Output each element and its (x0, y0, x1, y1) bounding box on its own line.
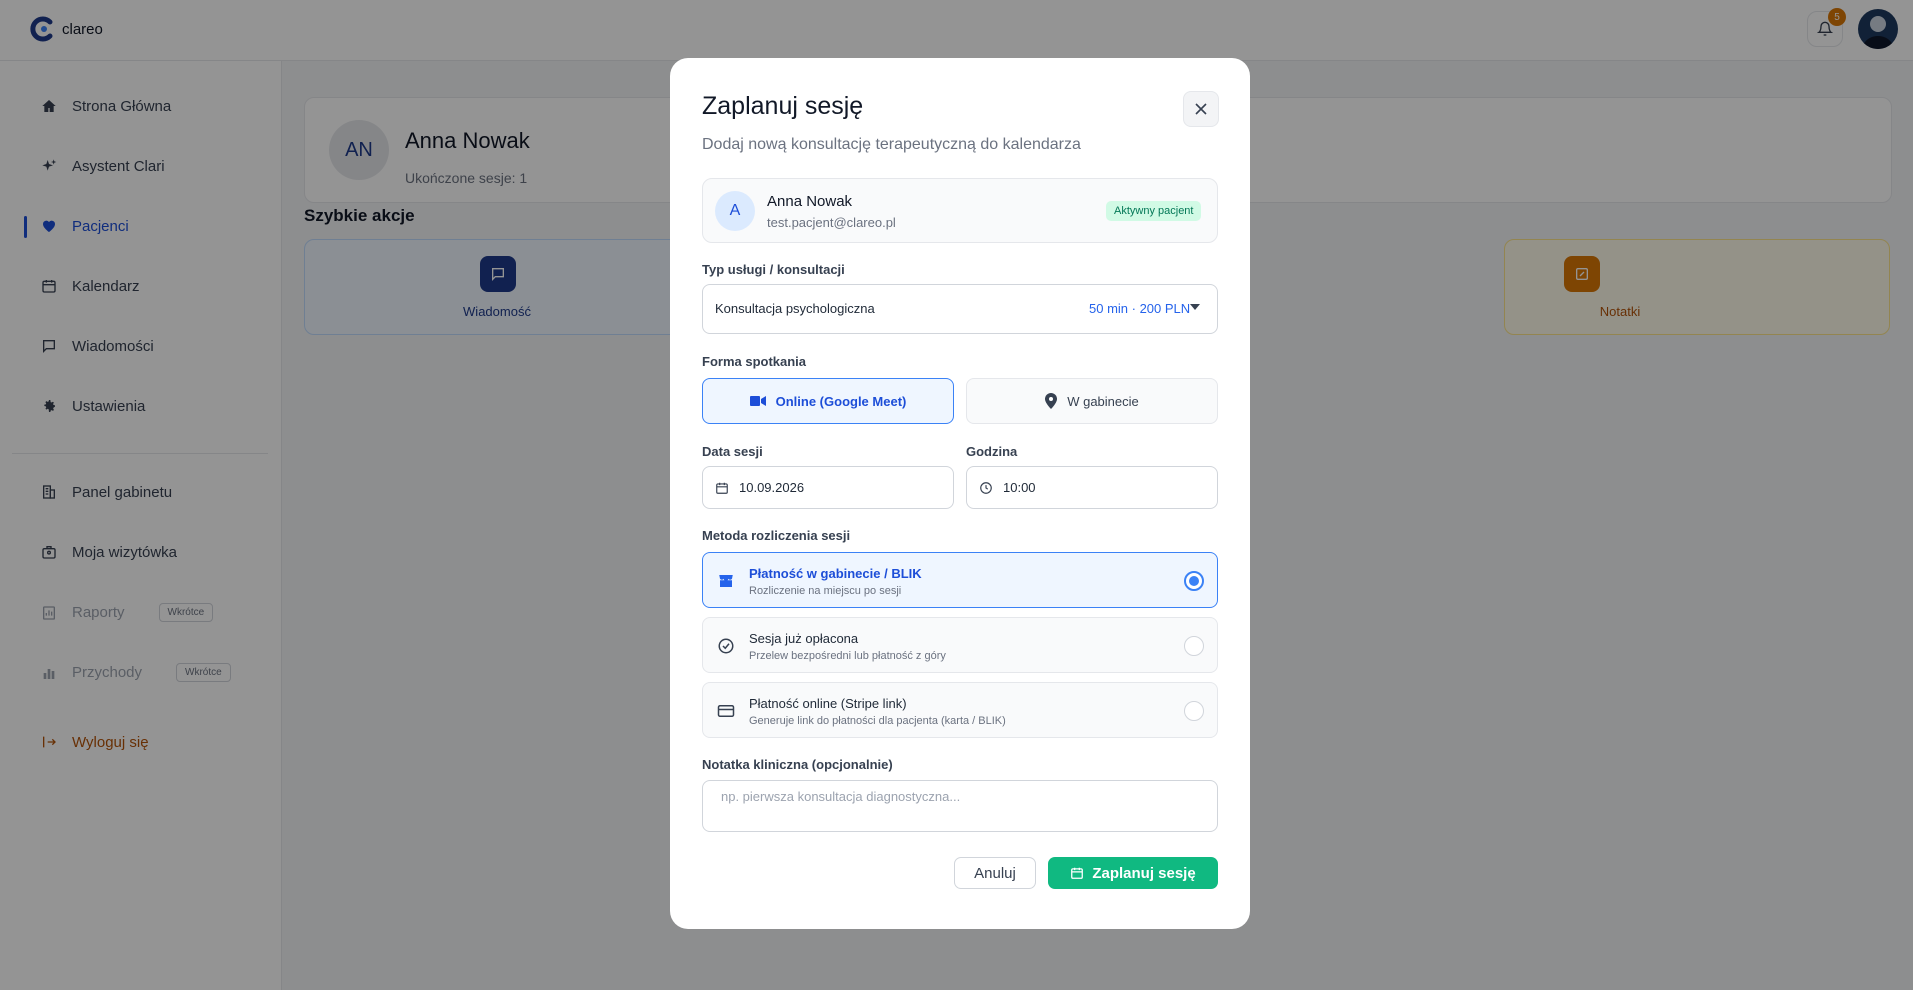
check-circle-icon (718, 638, 734, 654)
meeting-office-label: W gabinecie (1067, 393, 1139, 409)
payment-option-desc: Przelew bezpośredni lub płatność z góry (749, 650, 946, 662)
service-value: Konsultacja psychologiczna (715, 301, 875, 316)
date-input[interactable]: 10.09.2026 (702, 466, 954, 509)
clinical-note-placeholder: np. pierwsza konsultacja diagnostyczna..… (721, 789, 961, 804)
clock-icon (980, 481, 992, 494)
patient-name: Anna Nowak (767, 193, 853, 210)
payment-option-title: Płatność online (Stripe link) (749, 696, 907, 711)
payment-option-office[interactable]: Płatność w gabinecie / BLIK Rozliczenie … (702, 552, 1218, 608)
date-label: Data sesji (702, 444, 763, 459)
location-pin-icon (1045, 393, 1058, 409)
meeting-form-label: Forma spotkania (702, 354, 807, 369)
close-icon (1195, 103, 1207, 115)
cancel-button[interactable]: Anuluj (954, 857, 1036, 889)
clinical-note-label: Notatka kliniczna (opcjonalnie) (702, 757, 893, 772)
time-value: 10:00 (1003, 480, 1036, 495)
modal-title: Zaplanuj sesję (702, 92, 864, 120)
credit-card-icon (717, 705, 735, 717)
service-select[interactable]: Konsultacja psychologiczna 50 min · 200 … (702, 284, 1218, 334)
status-badge: Aktywny pacjent (1106, 201, 1202, 221)
schedule-session-label: Zaplanuj sesję (1092, 864, 1196, 882)
payment-option-paid[interactable]: Sesja już opłacona Przelew bezpośredni l… (702, 617, 1218, 673)
radio-button[interactable] (1184, 701, 1204, 721)
patient-avatar: A (715, 191, 755, 231)
time-label: Godzina (966, 444, 1018, 459)
calendar-icon (716, 482, 728, 494)
meeting-office-option[interactable]: W gabinecie (966, 378, 1218, 424)
selected-patient-card: A Anna Nowak test.pacjent@clareo.pl Akty… (702, 178, 1218, 243)
radio-button[interactable] (1184, 571, 1204, 591)
store-icon (719, 575, 733, 587)
payment-option-online[interactable]: Płatność online (Stripe link) Generuje l… (702, 682, 1218, 738)
service-label: Typ usługi / konsultacji (702, 262, 845, 277)
payment-option-title: Sesja już opłacona (749, 631, 859, 646)
meeting-online-label: Online (Google Meet) (775, 393, 907, 409)
chevron-down-icon (1190, 304, 1200, 310)
meeting-online-option[interactable]: Online (Google Meet) (702, 378, 954, 424)
payment-method-label: Metoda rozliczenia sesji (702, 528, 851, 543)
payment-option-desc: Rozliczenie na miejscu po sesji (749, 585, 902, 597)
modal-subtitle: Dodaj nową konsultację terapeutyczną do … (702, 136, 1081, 153)
close-button[interactable] (1183, 91, 1219, 127)
payment-option-title: Płatność w gabinecie / BLIK (749, 566, 922, 581)
calendar-icon (1071, 867, 1084, 879)
time-input[interactable]: 10:00 (966, 466, 1218, 509)
service-price: 50 min · 200 PLN (1089, 301, 1191, 316)
date-value: 10.09.2026 (739, 480, 805, 495)
video-camera-icon (749, 396, 766, 406)
schedule-session-button[interactable]: Zaplanuj sesję (1048, 857, 1218, 889)
radio-button[interactable] (1184, 636, 1204, 656)
payment-option-desc: Generuje link do płatności dla pacjenta … (749, 715, 1006, 727)
patient-email: test.pacjent@clareo.pl (767, 215, 896, 230)
schedule-session-modal: Zaplanuj sesję Dodaj nową konsultację te… (670, 58, 1250, 929)
clinical-note-input[interactable]: np. pierwsza konsultacja diagnostyczna..… (702, 780, 1218, 832)
